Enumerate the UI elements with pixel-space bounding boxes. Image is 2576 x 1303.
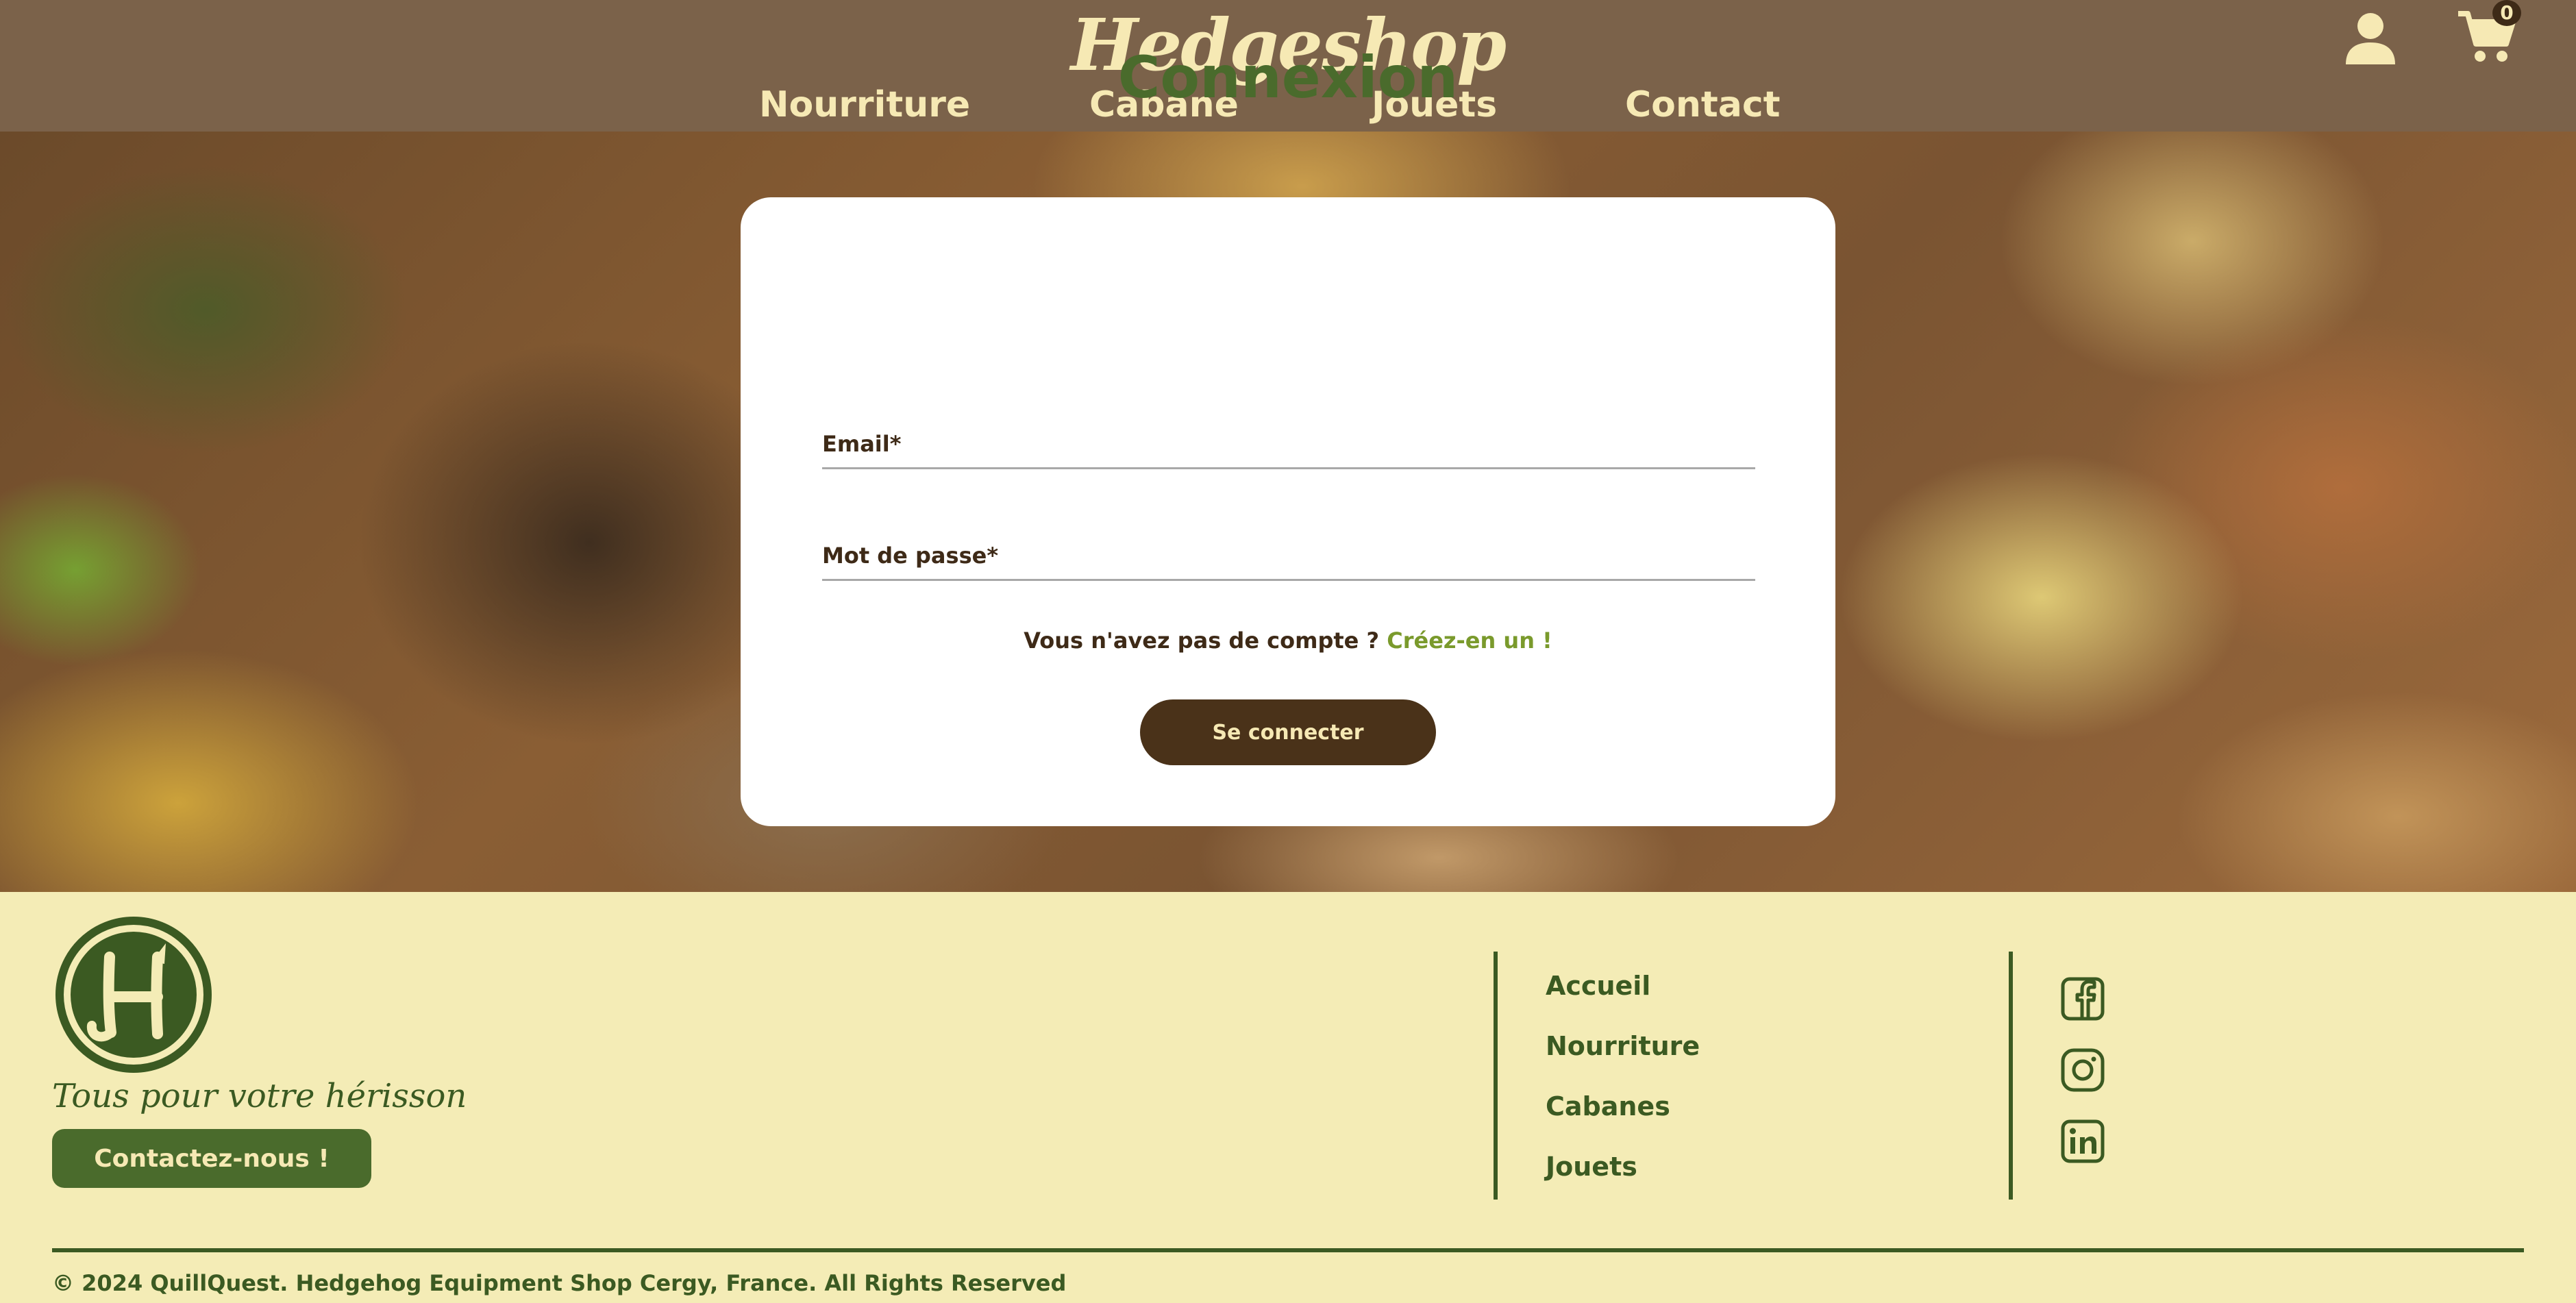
cart-count-badge: 0 bbox=[2492, 0, 2521, 26]
footer-divider-left bbox=[1494, 952, 1498, 1200]
email-input[interactable] bbox=[822, 412, 1755, 467]
footer-link-accueil[interactable]: Accueil bbox=[1546, 969, 1650, 1003]
facebook-icon[interactable] bbox=[2061, 977, 2105, 1021]
footer-separator bbox=[52, 1248, 2524, 1252]
linkedin-icon[interactable] bbox=[2061, 1119, 2105, 1163]
email-field[interactable]: Email* bbox=[822, 412, 1755, 469]
instagram-icon[interactable] bbox=[2061, 1048, 2105, 1092]
login-button[interactable]: Se connecter bbox=[1140, 699, 1436, 765]
footer-link-cabanes[interactable]: Cabanes bbox=[1546, 1089, 1670, 1124]
no-account-text: Vous n'avez pas de compte ? bbox=[1024, 628, 1380, 654]
copyright-text: © 2024 QuillQuest. Hedgehog Equipment Sh… bbox=[52, 1270, 1067, 1296]
footer-tagline: Tous pour votre hérisson bbox=[52, 1077, 467, 1115]
create-account-link[interactable]: Créez-en un ! bbox=[1387, 628, 1552, 654]
footer-logo-icon[interactable] bbox=[55, 916, 212, 1074]
login-title: Connexion bbox=[1117, 44, 1459, 111]
footer-link-nourriture[interactable]: Nourriture bbox=[1546, 1029, 1700, 1063]
footer-link-jouets[interactable]: Jouets bbox=[1546, 1150, 1637, 1184]
site-footer: Tous pour votre hérisson Contactez-nous … bbox=[0, 892, 2576, 1303]
password-field[interactable]: Mot de passe* bbox=[822, 524, 1755, 581]
password-input[interactable] bbox=[822, 524, 1755, 579]
signup-prompt: Vous n'avez pas de compte ? Créez-en un … bbox=[0, 623, 2576, 658]
contact-us-button[interactable]: Contactez-nous ! bbox=[52, 1129, 371, 1188]
footer-divider-right bbox=[2009, 952, 2013, 1200]
